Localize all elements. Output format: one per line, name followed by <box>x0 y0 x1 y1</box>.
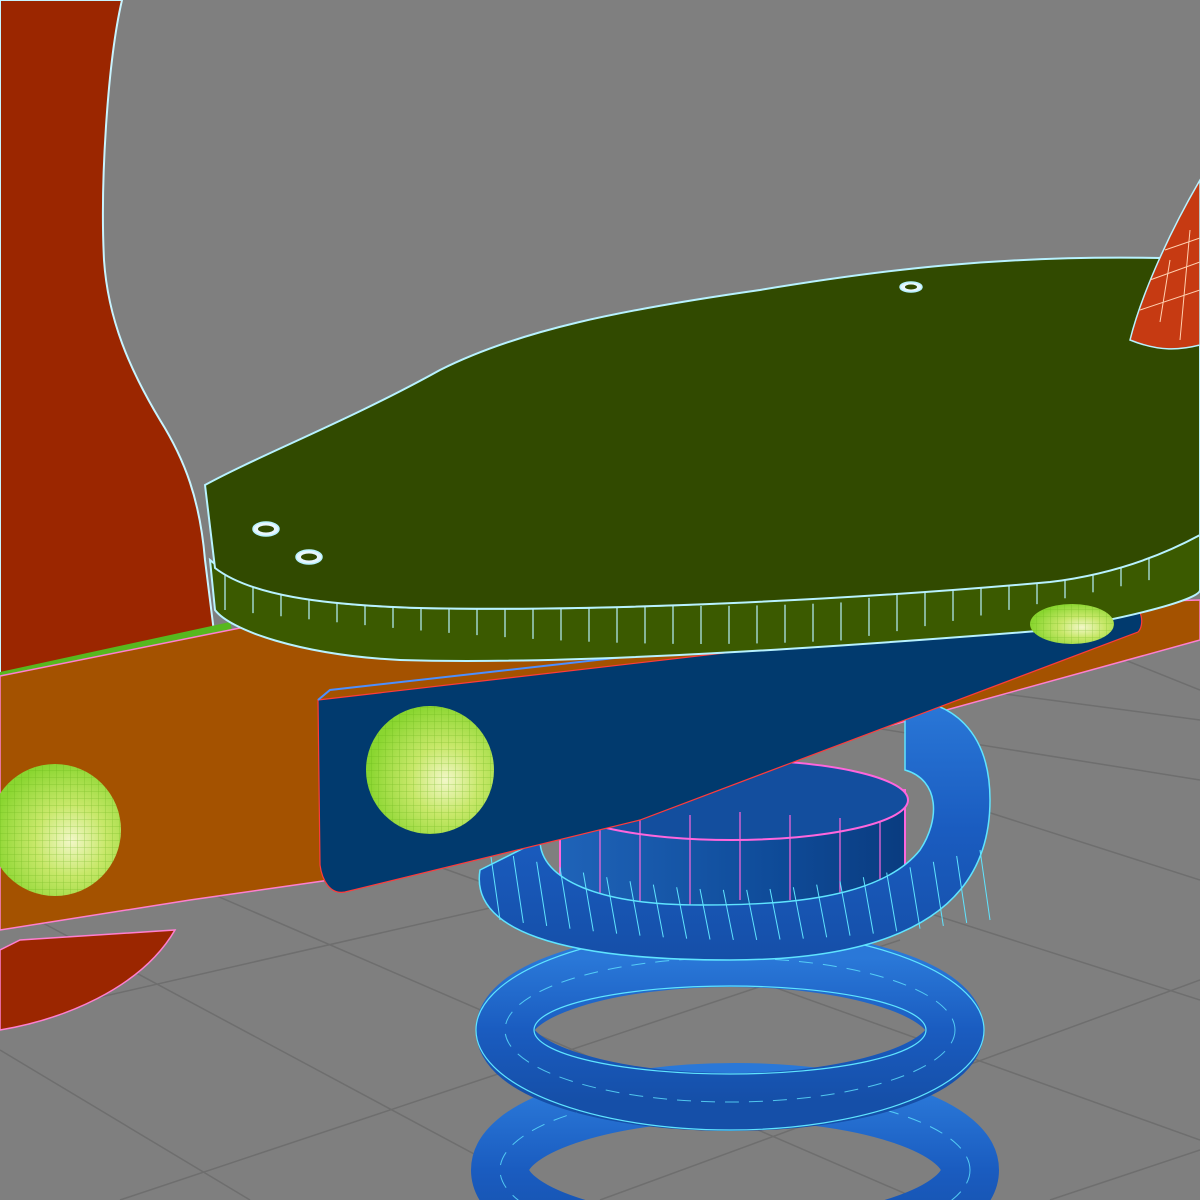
grid-line <box>1049 1149 1200 1200</box>
red-frame-body[interactable] <box>0 0 217 682</box>
bolt-seat-right[interactable] <box>1030 604 1114 644</box>
grid-line <box>0 1049 251 1200</box>
viewport-scene[interactable] <box>0 0 1200 1200</box>
bolt-bracket[interactable] <box>366 706 494 834</box>
spring-coil[interactable] <box>471 929 999 1200</box>
3d-viewport[interactable] <box>0 0 1200 1200</box>
seat-board[interactable] <box>203 256 1200 662</box>
